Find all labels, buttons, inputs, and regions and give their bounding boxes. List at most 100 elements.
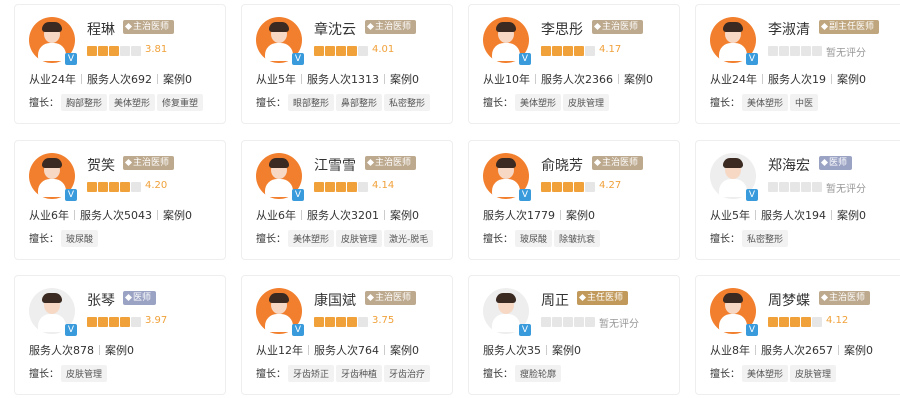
rating-stars (768, 46, 823, 57)
doctor-name[interactable]: 郑海宏 (768, 155, 810, 175)
divider (535, 74, 536, 84)
doctor-avatar[interactable]: V (29, 17, 77, 65)
divider (838, 345, 839, 355)
star-icon (358, 46, 368, 56)
doctor-card[interactable]: V 郑海宏 医师 暂无评分 从业5年 服务人次194 案例0 擅长： 私密整形 (695, 140, 900, 260)
skill-tag[interactable]: 胸部整形 (61, 94, 108, 111)
doctor-avatar[interactable]: V (710, 288, 758, 336)
doctor-card[interactable]: V 李淑清 副主任医师 暂无评分 从业24年 服务人次19 案例0 擅长： 美体塑形 中医 (695, 4, 900, 124)
doctor-avatar[interactable]: V (256, 153, 304, 201)
skills-label: 擅长： (710, 369, 740, 380)
skill-tag[interactable]: 除皱抗衰 (554, 230, 601, 247)
doctor-title-badge: 副主任医师 (819, 20, 880, 34)
stat-item: 从业5年 (710, 209, 750, 222)
skill-tag[interactable]: 私密整形 (742, 230, 789, 247)
avatar-hair (723, 158, 743, 168)
doctor-avatar[interactable]: V (483, 288, 531, 336)
doctor-avatar[interactable]: V (710, 17, 758, 65)
avatar-hair (42, 158, 62, 168)
star-icon (585, 182, 595, 192)
skill-tag[interactable]: 皮肤管理 (61, 365, 108, 382)
doctor-name[interactable]: 俞晓芳 (541, 155, 583, 175)
doctor-name[interactable]: 周正 (541, 290, 569, 310)
doctor-avatar[interactable]: V (256, 288, 304, 336)
doctor-name[interactable]: 周梦蝶 (768, 290, 810, 310)
doctor-avatar[interactable]: V (29, 288, 77, 336)
divider (762, 74, 763, 84)
doctor-name[interactable]: 章沈云 (314, 19, 356, 39)
skill-tag[interactable]: 中医 (790, 94, 819, 111)
skill-tag[interactable]: 瘦脸轮廓 (515, 365, 562, 382)
skill-tag[interactable]: 皮肤管理 (790, 365, 837, 382)
star-icon (120, 182, 130, 192)
doctor-card[interactable]: V 康国斌 主治医师 3.75 从业12年 服务人次764 案例0 擅长： 牙齿矫正 牙齿种植 牙齿… (241, 275, 453, 395)
doctor-card[interactable]: V 贺笑 主治医师 4.20 从业6年 服务人次5043 案例0 擅长： 玻尿酸 (14, 140, 226, 260)
star-icon (541, 46, 551, 56)
divider (755, 210, 756, 220)
doctor-avatar[interactable]: V (483, 153, 531, 201)
stat-item: 服务人次2657 (761, 344, 833, 357)
verified-icon: V (292, 324, 304, 336)
avatar-hair (723, 293, 743, 303)
doctor-name[interactable]: 康国斌 (314, 290, 356, 310)
stat-item: 服务人次3201 (307, 209, 379, 222)
doctor-card[interactable]: V 程琳 主治医师 3.81 从业24年 服务人次692 案例0 擅长： 胸部整形 美体塑形 修复重… (14, 4, 226, 124)
doctor-avatar[interactable]: V (29, 153, 77, 201)
stat-item: 服务人次764 (314, 344, 379, 357)
stat-item: 从业24年 (29, 73, 76, 86)
skill-tag[interactable]: 玻尿酸 (61, 230, 99, 247)
doctor-title-badge: 主任医师 (577, 291, 629, 305)
avatar-body (719, 179, 747, 197)
stat-item: 从业12年 (256, 344, 303, 357)
skill-tag[interactable]: 激光-脱毛 (384, 230, 434, 247)
star-icon (552, 182, 562, 192)
divider (831, 210, 832, 220)
doctor-card[interactable]: V 周梦蝶 主治医师 4.12 从业8年 服务人次2657 案例0 擅长： 美体塑形 皮肤管理 (695, 275, 900, 395)
doctor-card[interactable]: V 江雪雪 主治医师 4.14 从业6年 服务人次3201 案例0 擅长： 美体塑形 皮肤管理 激光… (241, 140, 453, 260)
rating-stars (87, 46, 142, 57)
skill-tag[interactable]: 鼻部整形 (336, 94, 383, 111)
skill-tag[interactable]: 眼部整形 (288, 94, 335, 111)
doctor-name[interactable]: 江雪雪 (314, 155, 356, 175)
verified-icon: V (65, 324, 77, 336)
doctor-avatar[interactable]: V (256, 17, 304, 65)
doctor-name[interactable]: 李淑清 (768, 19, 810, 39)
skill-tag[interactable]: 牙齿治疗 (384, 365, 431, 382)
skill-tag[interactable]: 美体塑形 (109, 94, 156, 111)
skill-tag[interactable]: 美体塑形 (742, 365, 789, 382)
verified-icon: V (519, 53, 531, 65)
doctor-name[interactable]: 李思彤 (541, 19, 583, 39)
doctor-avatar[interactable]: V (710, 153, 758, 201)
star-icon (585, 46, 595, 56)
stat-item: 案例0 (552, 344, 581, 357)
skill-tag[interactable]: 修复重塑 (157, 94, 204, 111)
skill-tag[interactable]: 私密整形 (384, 94, 431, 111)
doctor-stats: 服务人次35 案例0 (483, 342, 581, 358)
doctor-avatar[interactable]: V (483, 17, 531, 65)
doctor-card[interactable]: V 章沈云 主治医师 4.01 从业5年 服务人次1313 案例0 擅长： 眼部整形 鼻部整形 私密… (241, 4, 453, 124)
star-icon (336, 46, 346, 56)
star-icon (779, 182, 789, 192)
skill-tag[interactable]: 牙齿种植 (336, 365, 383, 382)
avatar-body (38, 43, 66, 61)
star-icon (325, 317, 335, 327)
skill-tag[interactable]: 美体塑形 (742, 94, 789, 111)
stat-item: 服务人次5043 (80, 209, 152, 222)
doctor-stats: 从业6年 服务人次3201 案例0 (256, 207, 419, 223)
doctor-card[interactable]: V 周正 主任医师 暂无评分 服务人次35 案例0 擅长： 瘦脸轮廓 (468, 275, 680, 395)
skill-tag[interactable]: 玻尿酸 (515, 230, 553, 247)
skill-tag[interactable]: 牙齿矫正 (288, 365, 335, 382)
doctor-card[interactable]: V 俞晓芳 主治医师 4.27 服务人次1779 案例0 擅长： 玻尿酸 除皱抗衰 (468, 140, 680, 260)
skill-tag[interactable]: 皮肤管理 (336, 230, 383, 247)
skill-tag[interactable]: 美体塑形 (515, 94, 562, 111)
skill-tag[interactable]: 皮肤管理 (563, 94, 610, 111)
skill-tag[interactable]: 美体塑形 (288, 230, 335, 247)
doctor-card[interactable]: V 张琴 医师 3.97 服务人次878 案例0 擅长： 皮肤管理 (14, 275, 226, 395)
doctor-name[interactable]: 程琳 (87, 19, 115, 39)
doctor-card[interactable]: V 李思彤 主治医师 4.17 从业10年 服务人次2366 案例0 擅长： 美体塑形 皮肤管理 (468, 4, 680, 124)
doctor-skills: 擅长： 瘦脸轮廓 (483, 365, 562, 382)
verified-icon: V (519, 324, 531, 336)
doctor-name[interactable]: 贺笑 (87, 155, 115, 175)
doctor-name[interactable]: 张琴 (87, 290, 115, 310)
star-icon (314, 317, 324, 327)
